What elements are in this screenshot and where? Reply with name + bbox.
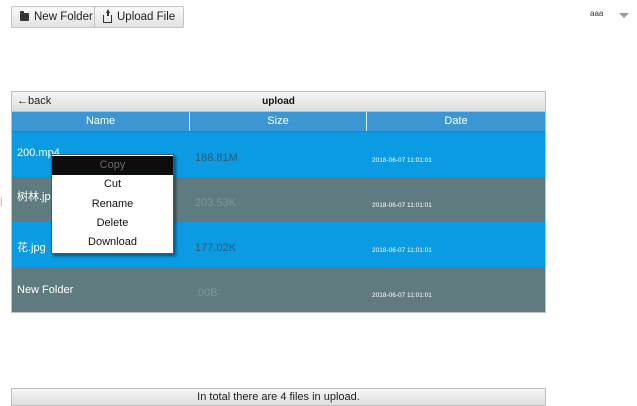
file-date: 2018-06-07 11:01:01 <box>372 292 432 299</box>
menu-item-cut[interactable]: Cut <box>52 175 173 194</box>
file-size: .00B <box>195 287 218 299</box>
upload-file-button[interactable]: Upload File <box>94 6 185 28</box>
file-size: 188.81M <box>195 152 238 164</box>
menu-item-rename[interactable]: Rename <box>52 195 173 214</box>
column-header-name[interactable]: Name <box>12 112 190 131</box>
table-header: Name Size Date <box>12 112 545 132</box>
menu-item-copy[interactable]: Copy <box>52 156 173 176</box>
folder-icon <box>20 11 29 21</box>
row-marker: | <box>0 196 3 206</box>
menu-item-delete[interactable]: Delete <box>52 214 173 233</box>
current-folder-title: upload <box>262 96 295 107</box>
file-date: 2018-06-07 11:01:01 <box>372 202 432 209</box>
table-row[interactable]: New Folder .00B 2018-06-07 11:01:01 <box>12 267 545 312</box>
new-folder-label: New Folder <box>34 11 93 23</box>
column-header-date[interactable]: Date <box>367 112 545 131</box>
file-name: New Folder <box>17 284 74 296</box>
file-size: 177.02K <box>195 242 236 254</box>
file-date: 2018-06-07 11:01:01 <box>372 247 432 254</box>
column-header-size[interactable]: Size <box>190 112 367 131</box>
context-menu: Copy Cut Rename Delete Download <box>51 154 174 255</box>
file-size: 203.53K <box>195 197 236 209</box>
user-name[interactable]: aaa <box>590 9 603 18</box>
file-date: 2018-06-07 11:01:01 <box>372 157 432 164</box>
chevron-down-icon[interactable] <box>619 13 629 18</box>
file-manager: New Folder Upload File aaa | ←back uploa… <box>0 0 637 406</box>
new-folder-button[interactable]: New Folder <box>11 6 102 28</box>
upload-icon <box>103 8 112 23</box>
path-bar: ←back upload <box>12 92 545 112</box>
upload-file-label: Upload File <box>117 11 176 23</box>
status-footer: In total there are 4 files in upload. <box>11 388 546 406</box>
menu-item-download[interactable]: Download <box>52 233 173 252</box>
